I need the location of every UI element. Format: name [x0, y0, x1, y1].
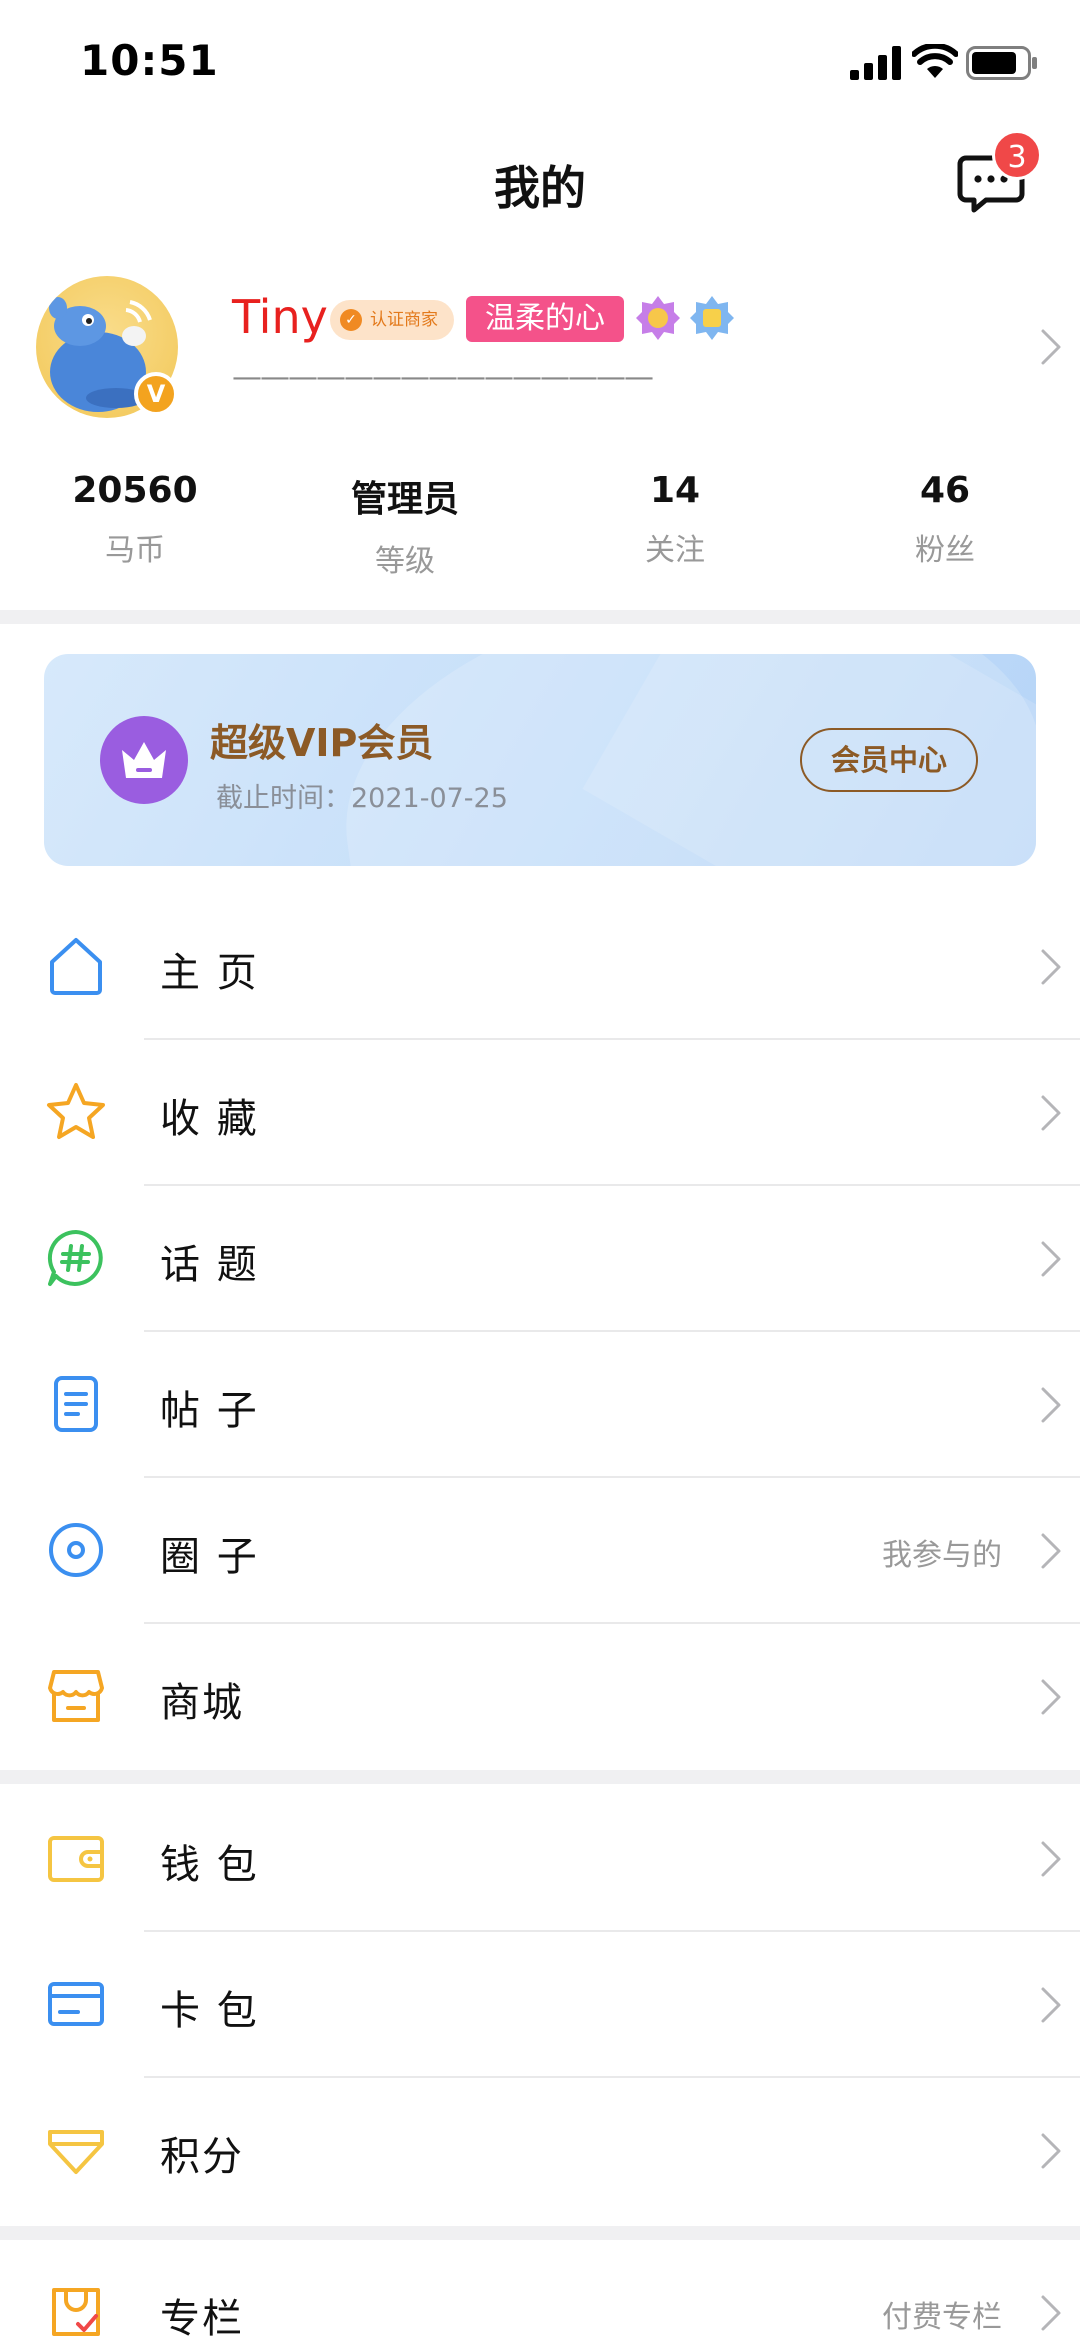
message-count-badge: 3	[992, 130, 1042, 180]
menu-item-card-pack[interactable]: 卡 包	[0, 1932, 1080, 2078]
chevron-right-icon	[1041, 1987, 1061, 2023]
header: 我的 3	[0, 130, 1080, 240]
menu-label: 卡 包	[160, 1988, 259, 2034]
stat-value: 14	[649, 470, 701, 511]
signal-icon	[850, 46, 901, 80]
menu-item-shop[interactable]: 商城	[0, 1624, 1080, 1770]
cert-tag-label: 认证商家	[370, 310, 438, 330]
profile-row[interactable]: V Tiny ✓ 认证商家 温柔的心 ———————————————	[0, 260, 1080, 430]
menu-label: 钱 包	[160, 1842, 259, 1888]
menu-item-posts[interactable]: 帖 子	[0, 1332, 1080, 1478]
menu-label: 收 藏	[160, 1096, 259, 1142]
stats-row: 20560 马币 管理员 等级 14 关注 46 粉丝	[0, 470, 1080, 600]
menu-label: 话 题	[160, 1242, 259, 1288]
chevron-right-icon	[1041, 1841, 1061, 1877]
topic-hash-icon	[47, 1229, 103, 1286]
card-icon	[48, 1982, 104, 2026]
medal-icon	[690, 296, 734, 340]
member-center-button[interactable]: 会员中心	[800, 728, 978, 792]
menu-label: 专栏	[160, 2296, 244, 2339]
wifi-icon	[912, 44, 958, 78]
menu-label: 圈 子	[160, 1534, 259, 1580]
menu-extra: 付费专栏	[882, 2300, 1002, 2335]
username: Tiny	[232, 290, 328, 344]
menu-item-column[interactable]: 专栏 付费专栏	[0, 2240, 1080, 2339]
post-doc-icon	[54, 1376, 98, 1432]
stat-label: 等级	[375, 544, 435, 579]
stat-value: 46	[919, 470, 971, 511]
status-bar: 10:51	[0, 0, 1080, 120]
section-divider	[0, 2226, 1080, 2240]
chevron-right-icon	[1041, 2295, 1061, 2331]
menu-label: 帖 子	[160, 1388, 259, 1434]
verified-badge: V	[134, 372, 178, 416]
column-icon	[52, 2288, 100, 2336]
chevron-right-icon	[1041, 329, 1061, 365]
vip-title: 超级VIP会员	[210, 721, 434, 765]
star-icon	[47, 1083, 105, 1139]
chevron-right-icon	[1041, 1679, 1061, 1715]
stat-following[interactable]: 14 关注	[540, 470, 810, 600]
status-time: 10:51	[80, 36, 219, 85]
certified-merchant-tag: ✓ 认证商家	[330, 300, 454, 340]
stat-label: 关注	[645, 533, 705, 568]
vip-expire-date: 截止时间：2021-07-25	[216, 783, 508, 814]
chevron-right-icon	[1041, 1095, 1061, 1131]
shop-icon	[48, 1670, 104, 1722]
section-divider	[0, 1770, 1080, 1784]
menu-item-wallet[interactable]: 钱 包	[0, 1786, 1080, 1932]
check-icon: ✓	[340, 309, 362, 331]
stat-label: 马币	[105, 533, 165, 568]
chevron-right-icon	[1041, 1533, 1061, 1569]
signature-text: ———————————————	[232, 360, 654, 395]
page-title: 我的	[494, 161, 586, 215]
menu-label: 主 页	[160, 950, 259, 996]
stat-level[interactable]: 管理员 等级	[270, 470, 540, 600]
menu-label: 积分	[160, 2134, 244, 2180]
chevron-right-icon	[1041, 949, 1061, 985]
wallet-icon	[48, 1836, 104, 1882]
title-tag: 温柔的心	[466, 296, 624, 342]
menu-item-topics[interactable]: 话 题	[0, 1186, 1080, 1332]
chevron-right-icon	[1041, 2133, 1061, 2169]
section-divider	[0, 610, 1080, 624]
stat-label: 粉丝	[915, 533, 975, 568]
menu-item-favorites[interactable]: 收 藏	[0, 1040, 1080, 1186]
medal-icon	[636, 296, 680, 340]
chevron-right-icon	[1041, 1387, 1061, 1423]
stat-coins[interactable]: 20560 马币	[0, 470, 270, 600]
crown-icon	[100, 716, 188, 804]
stat-followers[interactable]: 46 粉丝	[810, 470, 1080, 600]
menu-item-points[interactable]: 积分	[0, 2078, 1080, 2224]
vip-card[interactable]: 超级VIP会员 截止时间：2021-07-25 会员中心	[44, 654, 1036, 866]
points-icon	[48, 2130, 104, 2174]
stat-value: 20560	[72, 470, 198, 511]
menu-label: 商城	[160, 1680, 244, 1726]
stat-value: 管理员	[350, 479, 459, 520]
menu-item-circles[interactable]: 圈 子 我参与的	[0, 1478, 1080, 1624]
chevron-right-icon	[1041, 1241, 1061, 1277]
menu-item-home[interactable]: 主 页	[0, 894, 1080, 1040]
menu-extra: 我参与的	[882, 1538, 1002, 1573]
home-icon	[50, 938, 102, 995]
circle-icon	[49, 1523, 103, 1577]
battery-icon	[966, 46, 1037, 80]
